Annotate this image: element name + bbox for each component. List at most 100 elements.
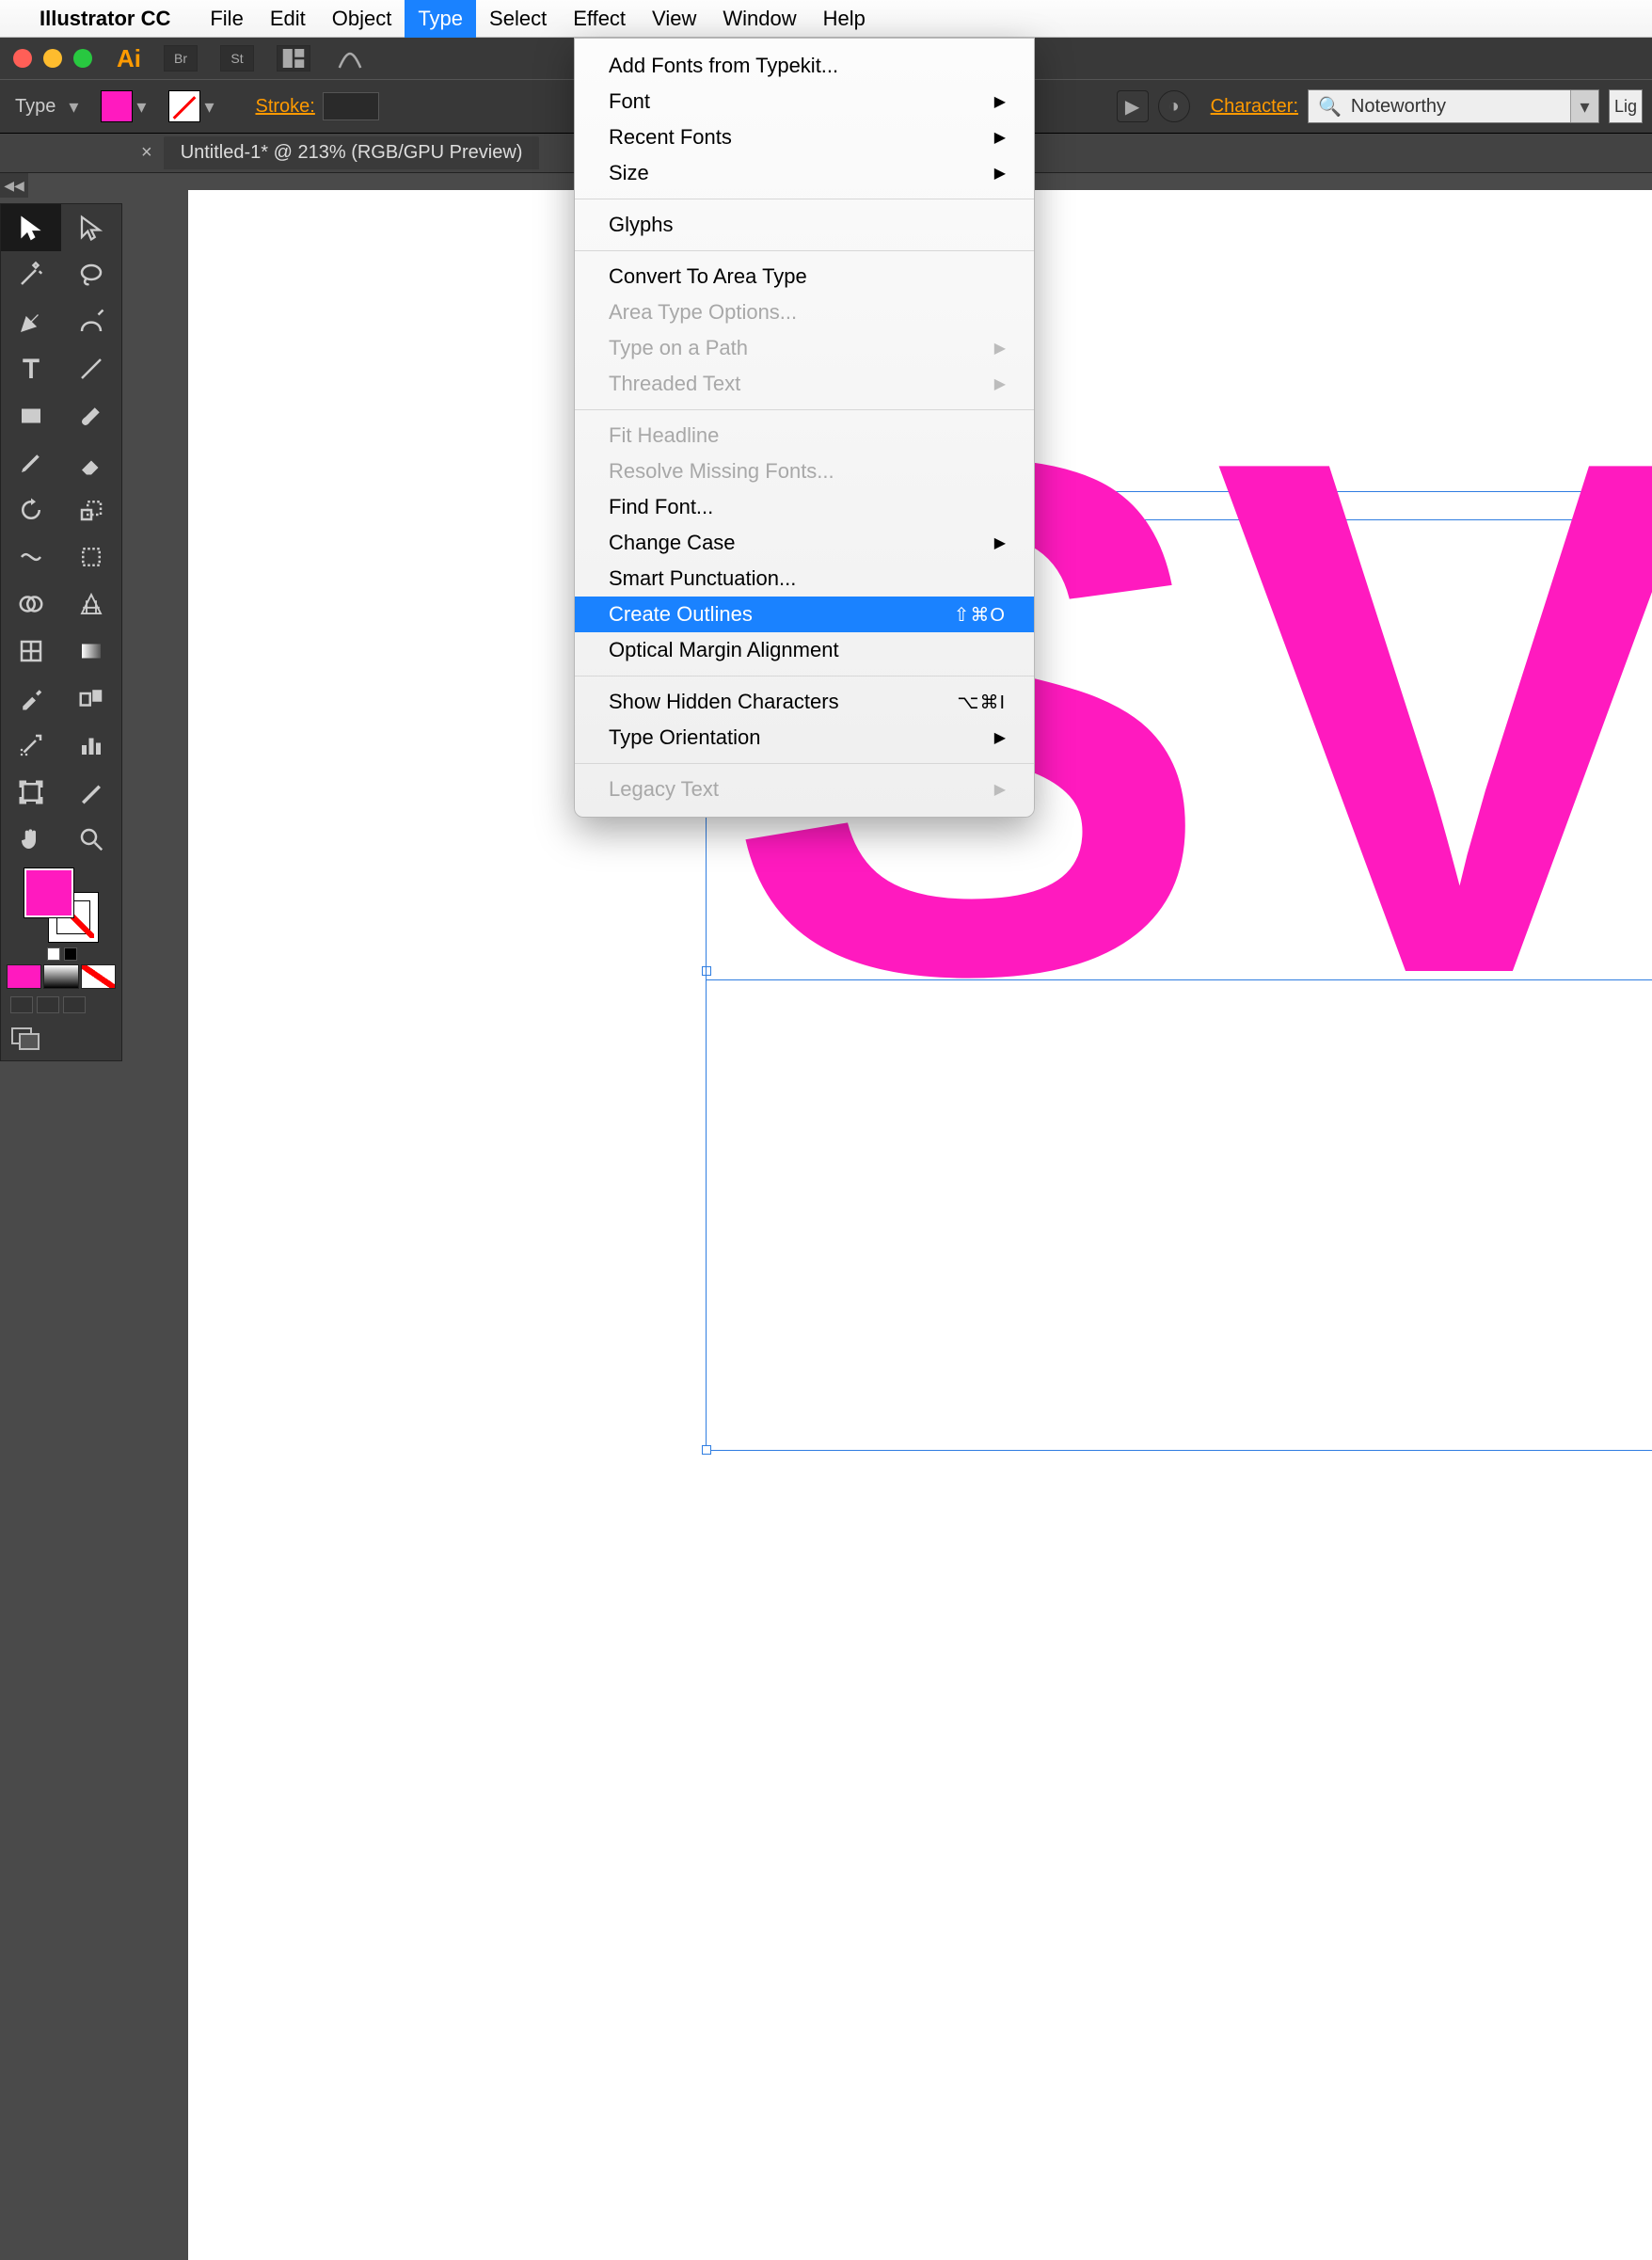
menu-item[interactable]: Font▶	[575, 84, 1034, 119]
menu-type[interactable]: Type	[405, 0, 476, 38]
rectangle-tool[interactable]	[1, 392, 61, 439]
gpu-performance-icon[interactable]	[333, 45, 367, 72]
line-segment-tool[interactable]	[61, 345, 121, 392]
curvature-tool[interactable]	[61, 298, 121, 345]
submenu-arrow-icon: ▶	[994, 533, 1006, 552]
menu-window[interactable]: Window	[709, 0, 809, 38]
menu-item[interactable]: Recent Fonts▶	[575, 119, 1034, 155]
nav-right-icon[interactable]: ▶	[1117, 90, 1149, 122]
lasso-tool[interactable]	[61, 251, 121, 298]
object-type-label: Type	[15, 96, 56, 118]
change-screen-mode-icon[interactable]	[1, 1017, 121, 1060]
app-name[interactable]: Illustrator CC	[40, 7, 170, 31]
close-window-icon[interactable]	[13, 49, 32, 68]
font-style-select[interactable]: Lig	[1609, 89, 1643, 123]
eraser-tool[interactable]	[61, 439, 121, 486]
menu-item[interactable]: Add Fonts from Typekit...	[575, 48, 1034, 84]
hand-tool[interactable]	[1, 816, 61, 863]
menu-item: Area Type Options...	[575, 294, 1034, 330]
pencil-tool[interactable]	[1, 439, 61, 486]
direct-selection-tool[interactable]	[61, 204, 121, 251]
free-transform-tool[interactable]	[61, 533, 121, 581]
menu-item[interactable]: Show Hidden Characters ⌥⌘I	[575, 684, 1034, 720]
paintbrush-tool[interactable]	[61, 392, 121, 439]
scale-tool[interactable]	[61, 486, 121, 533]
stroke-swatch[interactable]	[168, 90, 200, 122]
menu-item[interactable]: Type Orientation▶	[575, 720, 1034, 756]
type-options-icon[interactable]: ▾	[69, 95, 78, 119]
submenu-arrow-icon: ▶	[994, 780, 1006, 799]
document-tab[interactable]: Untitled-1* @ 213% (RGB/GPU Preview)	[164, 136, 540, 169]
arrange-documents-button[interactable]	[277, 45, 310, 72]
menu-edit[interactable]: Edit	[257, 0, 319, 38]
menu-item-label: Size	[609, 161, 649, 185]
menu-item[interactable]: Size▶	[575, 155, 1034, 191]
type-tool[interactable]	[1, 345, 61, 392]
menu-item[interactable]: Change Case▶	[575, 525, 1034, 561]
pen-tool[interactable]	[1, 298, 61, 345]
submenu-arrow-icon: ▶	[994, 374, 1006, 393]
shape-builder-tool[interactable]	[1, 581, 61, 628]
color-mode-button[interactable]	[7, 964, 41, 989]
width-tool[interactable]	[1, 533, 61, 581]
column-graph-tool[interactable]	[61, 722, 121, 769]
fill-dropdown-icon[interactable]: ▾	[136, 95, 146, 119]
menu-item[interactable]: Glyphs	[575, 207, 1034, 243]
rotate-tool[interactable]	[1, 486, 61, 533]
full-screen-icon[interactable]	[63, 996, 86, 1013]
fill-indicator[interactable]	[24, 868, 73, 917]
minimize-window-icon[interactable]	[43, 49, 62, 68]
stroke-weight-label[interactable]: Stroke:	[256, 96, 315, 118]
menu-object[interactable]: Object	[319, 0, 405, 38]
stroke-weight-field[interactable]	[323, 92, 379, 120]
menu-item[interactable]: Smart Punctuation...	[575, 561, 1034, 597]
menu-item[interactable]: Convert To Area Type	[575, 259, 1034, 294]
menu-item-label: Optical Margin Alignment	[609, 638, 839, 662]
artboard-tool[interactable]	[1, 769, 61, 816]
selection-tool[interactable]	[1, 204, 61, 251]
chevron-down-icon[interactable]: ▾	[1570, 90, 1598, 122]
menu-effect[interactable]: Effect	[560, 0, 639, 38]
tools-collapse-icon[interactable]: ◀◀	[0, 173, 28, 198]
menu-file[interactable]: File	[197, 0, 256, 38]
close-tab-icon[interactable]: ×	[141, 142, 152, 164]
none-mode-button[interactable]	[81, 964, 116, 989]
swap-colors-icon[interactable]	[64, 947, 77, 961]
full-menu-screen-icon[interactable]	[37, 996, 59, 1013]
stock-button[interactable]: St	[220, 45, 254, 72]
fill-swatch[interactable]	[101, 90, 133, 122]
mesh-tool[interactable]	[1, 628, 61, 675]
menu-select[interactable]: Select	[476, 0, 560, 38]
normal-screen-icon[interactable]	[10, 996, 33, 1013]
gradient-mode-button[interactable]	[43, 964, 78, 989]
slice-tool[interactable]	[61, 769, 121, 816]
menu-shortcut: ⌥⌘I	[957, 691, 1006, 714]
zoom-window-icon[interactable]	[73, 49, 92, 68]
magic-wand-tool[interactable]	[1, 251, 61, 298]
eyedropper-tool[interactable]	[1, 675, 61, 722]
menu-item-label: Show Hidden Characters	[609, 690, 839, 714]
menu-item[interactable]: Optical Margin Alignment	[575, 632, 1034, 668]
type-menu-dropdown: Add Fonts from Typekit...Font▶Recent Fon…	[574, 38, 1035, 818]
blend-tool[interactable]	[61, 675, 121, 722]
symbol-sprayer-tool[interactable]	[1, 722, 61, 769]
fill-stroke-indicator[interactable]	[24, 868, 98, 942]
selection-handle[interactable]	[702, 1445, 711, 1455]
gradient-tool[interactable]	[61, 628, 121, 675]
menu-item[interactable]: Create Outlines⇧⌘O	[575, 597, 1034, 632]
font-family-select[interactable]: 🔍 Noteworthy ▾	[1308, 89, 1599, 123]
perspective-grid-tool[interactable]	[61, 581, 121, 628]
zoom-tool[interactable]	[61, 816, 121, 863]
menu-item: Type on a Path▶	[575, 330, 1034, 366]
menu-item-label: Type on a Path	[609, 336, 748, 360]
menu-item[interactable]: Find Font...	[575, 489, 1034, 525]
bridge-button[interactable]: Br	[164, 45, 198, 72]
menu-help[interactable]: Help	[810, 0, 879, 38]
stroke-dropdown-icon[interactable]: ▾	[204, 95, 214, 119]
default-colors-icon[interactable]	[47, 947, 60, 961]
character-panel-label[interactable]: Character:	[1211, 96, 1298, 118]
search-icon: 🔍	[1318, 95, 1342, 119]
menu-item-label: Threaded Text	[609, 372, 740, 396]
recolor-icon[interactable]: ◑	[1158, 90, 1190, 122]
menu-view[interactable]: View	[639, 0, 709, 38]
